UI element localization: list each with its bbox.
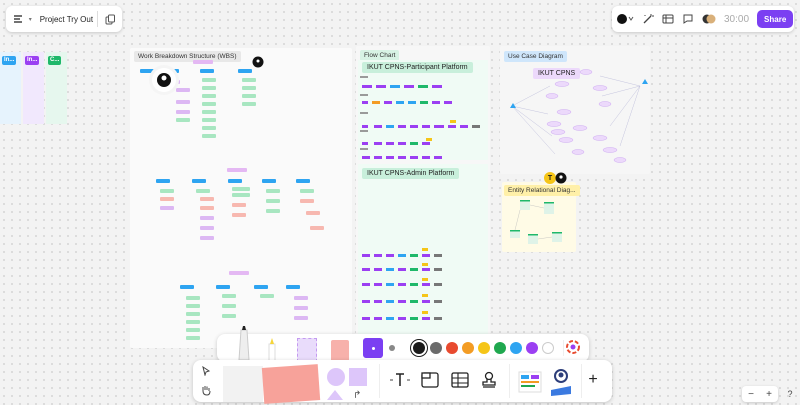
user-cursor-avatar [152, 68, 176, 92]
layout-icon[interactable] [662, 11, 674, 27]
user-cursor-avatar [252, 56, 264, 68]
color-swatch-blue[interactable] [510, 342, 522, 354]
frame-title: Entity Relational Diag... [504, 185, 580, 196]
wbs-frame[interactable]: Work Breakdown Structure (WBS) [130, 48, 352, 348]
sticky-note-pad[interactable] [261, 364, 321, 404]
timer-display[interactable]: 30:00 [724, 14, 749, 25]
highlighter-tool[interactable] [267, 338, 277, 363]
color-swatch-purple[interactable] [526, 342, 538, 354]
select-cursor-icon[interactable] [201, 365, 211, 378]
board-title[interactable]: Project Try Out [40, 15, 93, 24]
color-swatch-green[interactable] [494, 342, 506, 354]
usecase-diagram [510, 69, 648, 163]
column-header: C... [48, 56, 62, 65]
color-swatch-gray[interactable] [430, 342, 442, 354]
kanban-column[interactable]: In... [23, 52, 44, 124]
connector-arrow-icon[interactable]: ↱ [353, 390, 361, 401]
kanban-column[interactable]: C... [46, 52, 67, 124]
square-shape[interactable] [349, 368, 367, 386]
more-tools-plus-icon[interactable]: + [583, 370, 603, 390]
color-swatch-white[interactable] [542, 342, 554, 354]
stroke-size-large[interactable] [363, 338, 383, 358]
pen-tool[interactable] [225, 322, 265, 361]
circle-shape[interactable] [327, 368, 345, 386]
apps-icon[interactable] [547, 364, 575, 398]
pen-color-bar [217, 322, 589, 363]
frame-tool-icon[interactable] [421, 372, 439, 390]
hand-pan-icon[interactable] [200, 384, 212, 398]
zoom-controls: − + [742, 386, 778, 402]
share-button[interactable]: Share [757, 10, 794, 28]
collab-toolbar: 30:00 Share [612, 6, 794, 32]
comment-icon[interactable] [682, 11, 694, 27]
drawing-tools-preview[interactable] [223, 366, 263, 402]
cursor-color-icon[interactable] [616, 11, 634, 27]
magic-icon[interactable] [642, 11, 654, 27]
usecase-frame[interactable]: Use Case Diagram IKUT CPNS [500, 46, 650, 174]
stamp-tool-icon[interactable] [481, 371, 497, 391]
frame-title: Work Breakdown Structure (WBS) [134, 51, 241, 62]
column-header: In... [2, 56, 17, 65]
kanban-column[interactable]: In... [0, 52, 21, 124]
flowchart-frame[interactable]: Flow Chart IKUT CPNS-Participant Platfor… [356, 46, 490, 348]
lasso-tool[interactable] [297, 338, 317, 362]
avatars-icon[interactable] [702, 11, 716, 27]
erd-frame[interactable]: Entity Relational Diag... [502, 182, 580, 252]
frame-title: Use Case Diagram [504, 51, 567, 62]
zoom-in-button[interactable]: + [766, 389, 772, 400]
color-swatch-yellow[interactable] [478, 342, 490, 354]
chevron-down-icon[interactable]: ▾ [29, 16, 32, 23]
creation-toolbar: ↱ + [193, 360, 612, 404]
board-menu-bar: ▾ Project Try Out [6, 6, 122, 32]
column-header: In... [25, 56, 40, 65]
color-picker-icon[interactable] [563, 340, 580, 356]
table-tool-icon[interactable] [451, 372, 469, 390]
help-button[interactable]: ? [783, 386, 797, 402]
templates-icon[interactable] [517, 366, 545, 396]
color-swatch-orange[interactable] [462, 342, 474, 354]
eraser-tool[interactable] [331, 340, 349, 362]
color-swatch-red[interactable] [446, 342, 458, 354]
flowchart-lanes [360, 76, 480, 320]
erd-diagram [510, 200, 562, 244]
duplicate-icon[interactable] [97, 11, 116, 27]
color-swatch-black[interactable] [413, 342, 425, 354]
triangle-shape[interactable] [327, 390, 343, 400]
board-menu-icon[interactable] [12, 11, 25, 27]
zoom-out-button[interactable]: − [748, 389, 754, 400]
text-tool-icon[interactable] [389, 371, 411, 391]
user-cursor-avatar [555, 172, 567, 184]
stroke-size-small[interactable] [389, 345, 395, 351]
